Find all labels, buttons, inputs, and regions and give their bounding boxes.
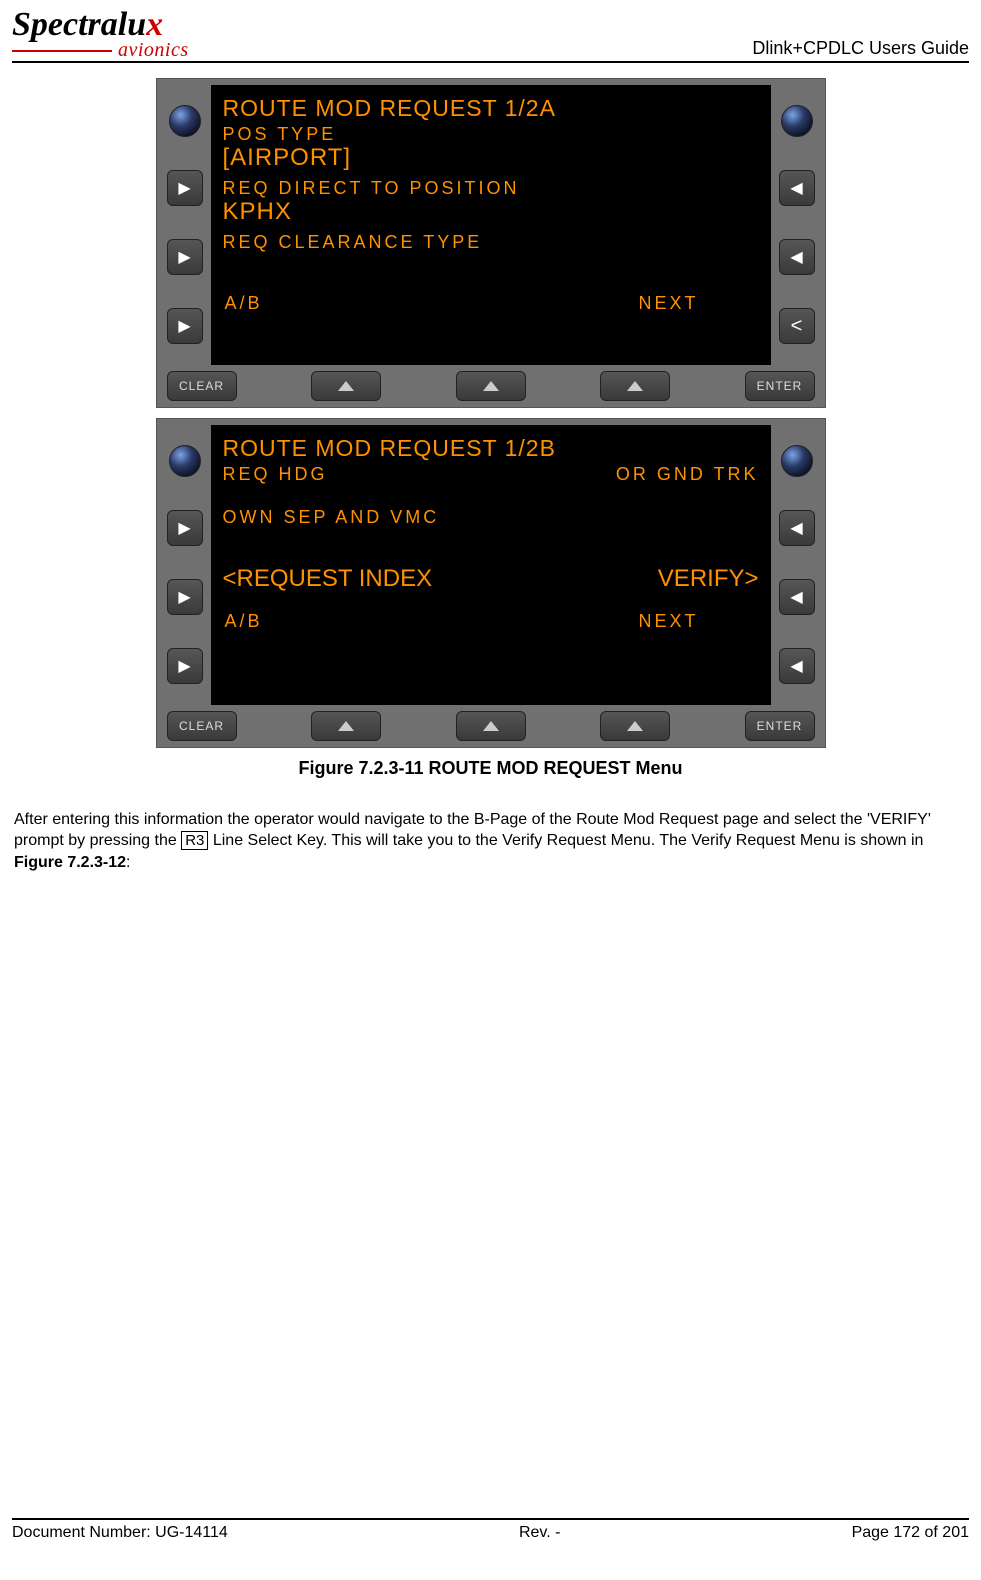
page-header: Spectralux avionics Dlink+CPDLC Users Gu… — [12, 10, 969, 63]
body-text-c: : — [126, 854, 130, 871]
left-button-column: ▶ ▶ ▶ — [163, 85, 207, 365]
screen-title: ROUTE MOD REQUEST 1/2A — [223, 95, 759, 122]
rocker-button[interactable] — [456, 371, 526, 401]
key-r3: R3 — [181, 831, 208, 850]
request-index-prompt: <REQUEST INDEX — [223, 565, 433, 593]
verify-prompt: VERIFY> — [658, 565, 759, 593]
cdu-screen-a: ROUTE MOD REQUEST 1/2A POS TYPE [AIRPORT… — [211, 85, 771, 365]
footer-ab: A/B — [225, 293, 263, 314]
rocker-button[interactable] — [600, 371, 670, 401]
lsk-r2[interactable]: ◀ — [779, 579, 815, 615]
left-button-column: ▶ ▶ ▶ — [163, 425, 207, 705]
lsk-r2[interactable]: ◀ — [779, 239, 815, 275]
knob-icon[interactable] — [781, 445, 813, 477]
page-footer: Document Number: UG-14114 Rev. - Page 17… — [12, 1518, 969, 1542]
lsk-l2[interactable]: ▶ — [167, 239, 203, 275]
revision: Rev. - — [519, 1524, 560, 1542]
lsk-l1[interactable]: ▶ — [167, 510, 203, 546]
cdu-device-a: ▶ ▶ ▶ ROUTE MOD REQUEST 1/2A POS TYPE [A… — [156, 78, 826, 408]
lsk-l3[interactable]: ▶ — [167, 308, 203, 344]
cdu-screen-b: ROUTE MOD REQUEST 1/2B REQ HDG OR GND TR… — [211, 425, 771, 705]
req-hdg-label: REQ HDG — [223, 464, 328, 486]
footer-ab: A/B — [225, 611, 263, 632]
lsk-l3[interactable]: ▶ — [167, 648, 203, 684]
logo-subtext: avionics — [118, 41, 189, 59]
doc-number: Document Number: UG-14114 — [12, 1524, 228, 1542]
knob-icon[interactable] — [781, 105, 813, 137]
rocker-button[interactable] — [311, 711, 381, 741]
pos-type-label: POS TYPE — [223, 124, 759, 146]
clear-button[interactable]: CLEAR — [167, 711, 237, 741]
rocker-button[interactable] — [600, 711, 670, 741]
cdu-device-b: ▶ ▶ ▶ ROUTE MOD REQUEST 1/2B REQ HDG OR … — [156, 418, 826, 748]
own-sep-label: OWN SEP AND VMC — [223, 507, 759, 529]
lsk-r1[interactable]: ◀ — [779, 510, 815, 546]
footer-next: NEXT — [638, 293, 698, 314]
body-paragraph: After entering this information the oper… — [14, 809, 967, 874]
screen-title: ROUTE MOD REQUEST 1/2B — [223, 435, 759, 462]
rocker-button[interactable] — [456, 711, 526, 741]
page-number: Page 172 of 201 — [852, 1524, 969, 1542]
rocker-button[interactable] — [311, 371, 381, 401]
enter-button[interactable]: ENTER — [745, 711, 815, 741]
lsk-l2[interactable]: ▶ — [167, 579, 203, 615]
lsk-l1[interactable]: ▶ — [167, 170, 203, 206]
figure-reference: Figure 7.2.3-12 — [14, 854, 126, 871]
figure-caption: Figure 7.2.3-11 ROUTE MOD REQUEST Menu — [12, 758, 969, 779]
enter-button[interactable]: ENTER — [745, 371, 815, 401]
right-button-column: ◀ ◀ ◀ — [775, 425, 819, 705]
knob-icon[interactable] — [169, 105, 201, 137]
req-direct-value: KPHX — [223, 199, 759, 225]
logo: Spectralux avionics — [12, 10, 189, 59]
req-direct-label: REQ DIRECT TO POSITION — [223, 178, 759, 200]
right-button-column: ◀ ◀ < — [775, 85, 819, 365]
knob-icon[interactable] — [169, 445, 201, 477]
gnd-trk-label: OR GND TRK — [616, 464, 759, 486]
lsk-r3[interactable]: < — [779, 308, 815, 344]
footer-next: NEXT — [638, 611, 698, 632]
clear-button[interactable]: CLEAR — [167, 371, 237, 401]
pos-type-value: [AIRPORT] — [223, 145, 759, 171]
lsk-r1[interactable]: ◀ — [779, 170, 815, 206]
doc-title: Dlink+CPDLC Users Guide — [752, 38, 969, 59]
lsk-r3[interactable]: ◀ — [779, 648, 815, 684]
body-text-b: Line Select Key. This will take you to t… — [208, 832, 923, 849]
req-clearance-label: REQ CLEARANCE TYPE — [223, 232, 759, 254]
